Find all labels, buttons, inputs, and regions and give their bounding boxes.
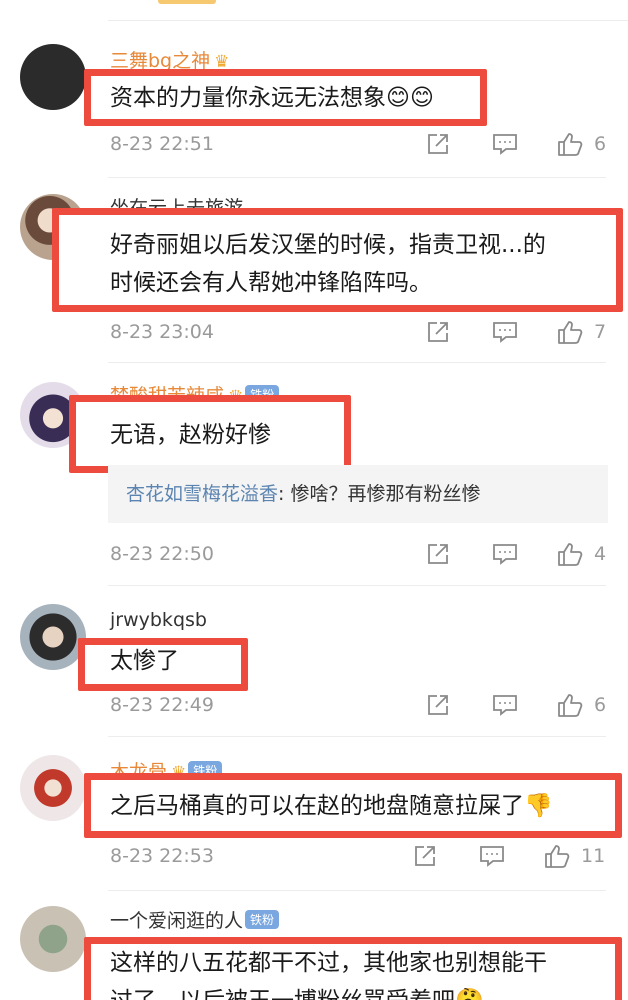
previous-comment-edge xyxy=(0,0,628,24)
like-button[interactable]: 7 xyxy=(556,318,606,346)
comment-time: 8-23 22:53 xyxy=(110,845,214,867)
comment-text: 之后马桶真的可以在赵的地盘随意拉屎了👎 xyxy=(110,793,553,819)
divider xyxy=(108,177,606,178)
comment-time: 8-23 22:50 xyxy=(110,543,214,565)
comment-text: 好奇丽姐以后发汉堡的时候，指责卫视...的 时候还会有人帮她冲锋陷阵吗。 xyxy=(110,232,546,296)
like-count: 6 xyxy=(594,694,607,716)
divider xyxy=(108,890,606,891)
comment-icon xyxy=(493,322,517,343)
reply-button[interactable] xyxy=(492,132,518,156)
reply-button[interactable] xyxy=(492,693,518,717)
comment-time: 8-23 22:49 xyxy=(110,694,214,716)
divider xyxy=(108,362,606,363)
share-button[interactable] xyxy=(426,542,450,566)
share-button[interactable] xyxy=(426,132,450,156)
comment-text: 资本的力量你永远无法想象😊😊 xyxy=(110,85,434,111)
like-button[interactable]: 11 xyxy=(543,842,605,870)
share-icon xyxy=(428,695,448,715)
avatar[interactable] xyxy=(20,755,86,821)
thumbs-up-icon xyxy=(558,133,583,156)
avatar[interactable] xyxy=(20,906,86,972)
reply-username[interactable]: 杏花如雪梅花溢香 xyxy=(126,483,278,505)
username[interactable]: 一个爱闲逛的人 铁粉 xyxy=(110,906,280,933)
thumbs-up-icon xyxy=(545,845,570,868)
fan-badge-fragment xyxy=(158,0,216,4)
comment-icon xyxy=(493,544,517,565)
like-count: 11 xyxy=(581,845,606,867)
comment-time: 8-23 22:51 xyxy=(110,133,214,155)
comment-text: 太惨了 xyxy=(110,648,179,674)
share-button[interactable] xyxy=(426,693,450,717)
divider xyxy=(108,585,606,586)
avatar[interactable] xyxy=(20,604,86,670)
like-count: 7 xyxy=(594,321,607,343)
share-icon xyxy=(428,544,448,564)
comment-text: 无语，赵粉好惨 xyxy=(110,422,271,448)
reply-button[interactable] xyxy=(492,542,518,566)
thumbs-up-icon xyxy=(558,694,583,717)
comment-icon xyxy=(493,695,517,716)
share-button[interactable] xyxy=(426,320,450,344)
username[interactable]: jrwybkqsb xyxy=(110,609,207,631)
reply-button[interactable] xyxy=(479,844,505,868)
reply-button[interactable] xyxy=(492,320,518,344)
like-button[interactable]: 6 xyxy=(556,130,606,158)
like-count: 6 xyxy=(594,133,607,155)
share-icon xyxy=(415,846,435,866)
like-button[interactable]: 4 xyxy=(556,540,606,568)
divider xyxy=(108,20,628,21)
fan-badge: 铁粉 xyxy=(245,910,280,929)
like-button[interactable]: 6 xyxy=(556,691,606,719)
share-icon xyxy=(428,134,448,154)
like-count: 4 xyxy=(594,543,607,565)
comment-time: 8-23 23:04 xyxy=(110,321,214,343)
reply-preview[interactable]: 杏花如雪梅花溢香: 惨啥？再惨那有粉丝惨 xyxy=(108,465,608,523)
thumbs-up-icon xyxy=(558,321,583,344)
avatar[interactable] xyxy=(20,44,86,110)
reply-text: : 惨啥？再惨那有粉丝惨 xyxy=(278,483,481,505)
share-button[interactable] xyxy=(413,844,437,868)
comment-icon xyxy=(480,846,504,867)
thumbs-up-icon xyxy=(558,543,583,566)
divider xyxy=(108,736,606,737)
comment-icon xyxy=(493,134,517,155)
share-icon xyxy=(428,322,448,342)
comment-text: 这样的八五花都干不过，其他家也别想能干 过了，以后被王一博粉丝骂受着吧🤔 xyxy=(110,950,547,1000)
